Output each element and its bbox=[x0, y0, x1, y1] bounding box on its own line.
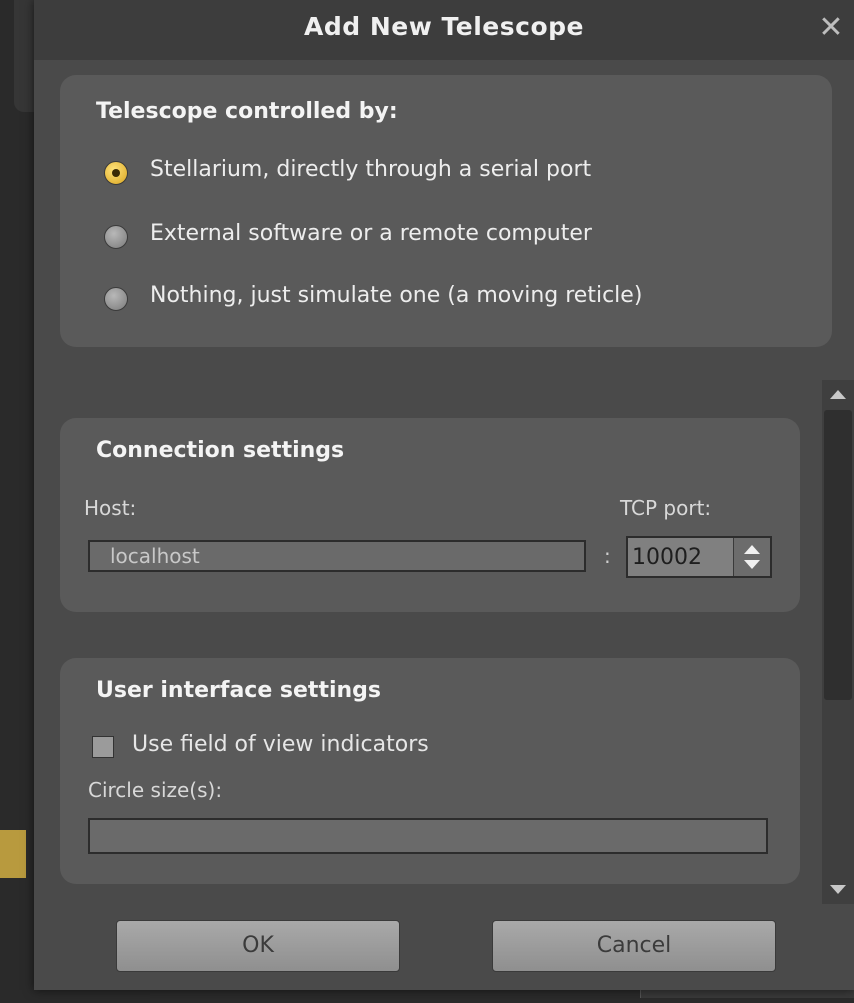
ok-button[interactable]: OK bbox=[116, 920, 400, 972]
fov-checkbox[interactable] bbox=[92, 736, 114, 758]
radio-unselected-icon[interactable] bbox=[104, 225, 128, 249]
radio-serial-port[interactable]: Stellarium, directly through a serial po… bbox=[104, 157, 744, 191]
circle-size-label: Circle size(s): bbox=[88, 778, 223, 802]
dialog-title: Add New Telescope bbox=[304, 12, 584, 41]
controlled-by-title: Telescope controlled by: bbox=[96, 99, 398, 124]
ui-settings-group: User interface settings Use field of vie… bbox=[60, 658, 800, 884]
radio-simulate-label: Nothing, just simulate one (a moving ret… bbox=[150, 283, 643, 308]
close-icon[interactable]: ✕ bbox=[816, 10, 846, 46]
cancel-button[interactable]: Cancel bbox=[492, 920, 776, 972]
host-label: Host: bbox=[84, 496, 137, 520]
connection-settings-title: Connection settings bbox=[96, 438, 345, 463]
tcp-port-spinbox[interactable]: 10002 bbox=[626, 536, 772, 578]
radio-selected-icon[interactable] bbox=[104, 161, 128, 185]
scroll-down-icon[interactable] bbox=[830, 885, 846, 894]
host-input[interactable] bbox=[88, 540, 586, 572]
radio-external-software-label: External software or a remote computer bbox=[150, 221, 592, 246]
tcp-port-value[interactable]: 10002 bbox=[632, 545, 702, 570]
spin-up-icon[interactable] bbox=[744, 545, 760, 554]
settings-scrollbar[interactable] bbox=[822, 380, 854, 904]
dialog-title-bar[interactable]: Add New Telescope ✕ bbox=[34, 0, 854, 60]
radio-serial-port-label: Stellarium, directly through a serial po… bbox=[150, 157, 592, 182]
spin-arrows[interactable] bbox=[733, 538, 770, 576]
scroll-up-icon[interactable] bbox=[830, 390, 846, 399]
host-port-separator: : bbox=[604, 544, 611, 568]
radio-simulate[interactable]: Nothing, just simulate one (a moving ret… bbox=[104, 283, 784, 317]
background-selected-item bbox=[0, 830, 26, 878]
circle-size-input[interactable] bbox=[88, 818, 768, 854]
add-telescope-dialog: Add New Telescope ✕ Telescope controlled… bbox=[34, 0, 854, 990]
ui-settings-title: User interface settings bbox=[96, 678, 382, 703]
radio-unselected-icon[interactable] bbox=[104, 287, 128, 311]
scroll-thumb[interactable] bbox=[824, 410, 852, 700]
controlled-by-group: Telescope controlled by: Stellarium, dir… bbox=[60, 75, 832, 347]
radio-external-software[interactable]: External software or a remote computer bbox=[104, 221, 744, 255]
spin-down-icon[interactable] bbox=[744, 560, 760, 569]
fov-checkbox-row[interactable]: Use field of view indicators bbox=[92, 732, 572, 762]
fov-checkbox-label: Use field of view indicators bbox=[132, 732, 429, 757]
settings-scroll-area[interactable]: Connection settings Host: TCP port: : 10… bbox=[34, 380, 822, 904]
connection-settings-group: Connection settings Host: TCP port: : 10… bbox=[60, 418, 800, 612]
tcp-port-label: TCP port: bbox=[620, 496, 712, 520]
